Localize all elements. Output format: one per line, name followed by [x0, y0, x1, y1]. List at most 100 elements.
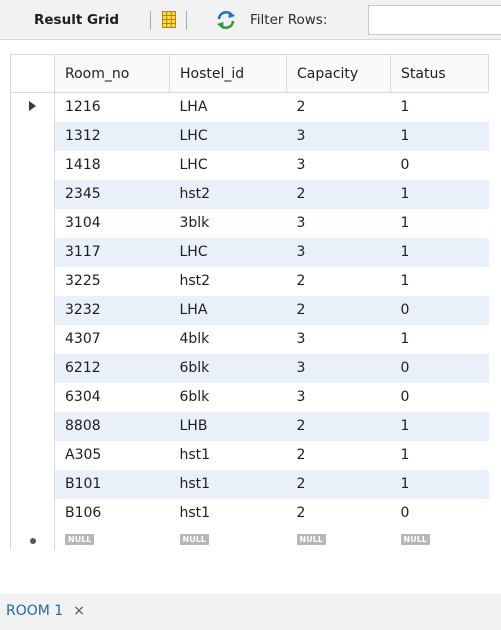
cell-hostel-id[interactable]: 4blk — [169, 324, 287, 354]
table-row[interactable]: 4307 4blk 3 1 — [10, 324, 489, 354]
table-row[interactable]: 3232 LHA 2 0 — [10, 295, 489, 325]
table-row[interactable]: B106 hst1 2 0 — [10, 498, 489, 528]
cell-hostel-id[interactable]: hst1 — [169, 498, 287, 528]
cell-hostel-id[interactable]: LHC — [169, 121, 287, 151]
cell-capacity[interactable]: 3 — [286, 121, 391, 151]
cell-status[interactable]: 0 — [390, 498, 489, 528]
cell-status[interactable]: NULL — [390, 527, 489, 550]
table-row[interactable]: 1216 LHA 2 1 — [10, 92, 489, 122]
table-row[interactable]: 3117 LHC 3 1 — [10, 237, 489, 267]
row-indicator[interactable] — [10, 179, 55, 209]
row-indicator[interactable] — [10, 324, 55, 354]
cell-status[interactable]: 0 — [390, 353, 489, 383]
row-indicator[interactable] — [10, 237, 55, 267]
cell-room-no[interactable]: 2345 — [54, 179, 170, 209]
cell-capacity[interactable]: 3 — [286, 353, 391, 383]
cell-status[interactable]: 1 — [390, 121, 489, 151]
cell-hostel-id[interactable]: hst1 — [169, 469, 287, 499]
column-header-room-no[interactable]: Room_no — [54, 54, 170, 93]
row-indicator[interactable] — [10, 382, 55, 412]
cell-capacity[interactable]: 2 — [286, 92, 391, 122]
cell-room-no[interactable]: 4307 — [54, 324, 170, 354]
cell-hostel-id[interactable]: 6blk — [169, 353, 287, 383]
cell-capacity[interactable]: 2 — [286, 295, 391, 325]
cell-room-no[interactable]: A305 — [54, 440, 170, 470]
refresh-icon[interactable] — [215, 9, 237, 31]
row-indicator[interactable] — [10, 150, 55, 180]
cell-hostel-id[interactable]: LHC — [169, 150, 287, 180]
cell-room-no[interactable]: NULL — [54, 527, 170, 550]
cell-room-no[interactable]: 3104 — [54, 208, 170, 238]
cell-room-no[interactable]: 1312 — [54, 121, 170, 151]
cell-status[interactable]: 1 — [390, 266, 489, 296]
cell-capacity[interactable]: 2 — [286, 179, 391, 209]
cell-hostel-id[interactable]: LHA — [169, 295, 287, 325]
cell-hostel-id[interactable]: hst2 — [169, 266, 287, 296]
cell-capacity[interactable]: 3 — [286, 150, 391, 180]
cell-hostel-id[interactable]: LHA — [169, 92, 287, 122]
cell-status[interactable]: 1 — [390, 179, 489, 209]
tab-room-1[interactable]: ROOM 1 × — [6, 596, 85, 626]
cell-status[interactable]: 1 — [390, 324, 489, 354]
cell-hostel-id[interactable]: LHC — [169, 237, 287, 267]
cell-hostel-id[interactable]: LHB — [169, 411, 287, 441]
filter-rows-input[interactable] — [368, 5, 501, 35]
cell-room-no[interactable]: 6304 — [54, 382, 170, 412]
row-indicator[interactable] — [10, 295, 55, 325]
new-row-placeholder[interactable]: NULL NULL NULL NULL — [10, 527, 489, 550]
cell-room-no[interactable]: B106 — [54, 498, 170, 528]
cell-room-no[interactable]: 1216 — [54, 92, 170, 122]
cell-capacity[interactable]: 2 — [286, 266, 391, 296]
cell-status[interactable]: 1 — [390, 92, 489, 122]
cell-hostel-id[interactable]: hst2 — [169, 179, 287, 209]
cell-capacity[interactable]: 2 — [286, 469, 391, 499]
row-indicator[interactable] — [10, 121, 55, 151]
cell-status[interactable]: 1 — [390, 411, 489, 441]
row-indicator[interactable] — [10, 498, 55, 528]
row-indicator[interactable] — [10, 440, 55, 470]
cell-status[interactable]: 1 — [390, 440, 489, 470]
cell-capacity[interactable]: 3 — [286, 208, 391, 238]
cell-room-no[interactable]: 1418 — [54, 150, 170, 180]
table-row[interactable]: B101 hst1 2 1 — [10, 469, 489, 499]
cell-hostel-id[interactable]: 6blk — [169, 382, 287, 412]
cell-room-no[interactable]: 6212 — [54, 353, 170, 383]
table-row[interactable]: 3225 hst2 2 1 — [10, 266, 489, 296]
cell-status[interactable]: 1 — [390, 208, 489, 238]
cell-room-no[interactable]: 3117 — [54, 237, 170, 267]
cell-status[interactable]: 0 — [390, 382, 489, 412]
table-row[interactable]: 8808 LHB 2 1 — [10, 411, 489, 441]
table-row[interactable]: 1418 LHC 3 0 — [10, 150, 489, 180]
cell-hostel-id[interactable]: NULL — [169, 527, 287, 550]
table-row[interactable]: 1312 LHC 3 1 — [10, 121, 489, 151]
grid-layout-icon[interactable] — [162, 11, 176, 28]
cell-capacity[interactable]: NULL — [286, 527, 391, 550]
cell-status[interactable]: 0 — [390, 295, 489, 325]
cell-room-no[interactable]: 3225 — [54, 266, 170, 296]
row-indicator[interactable] — [10, 208, 55, 238]
cell-capacity[interactable]: 3 — [286, 382, 391, 412]
row-indicator[interactable] — [10, 527, 55, 550]
cell-status[interactable]: 0 — [390, 150, 489, 180]
close-icon[interactable]: × — [73, 603, 85, 619]
cell-capacity[interactable]: 3 — [286, 324, 391, 354]
cell-capacity[interactable]: 2 — [286, 411, 391, 441]
cell-hostel-id[interactable]: 3blk — [169, 208, 287, 238]
row-indicator[interactable] — [10, 469, 55, 499]
column-header-hostel-id[interactable]: Hostel_id — [169, 54, 287, 93]
cell-capacity[interactable]: 2 — [286, 498, 391, 528]
table-row[interactable]: 6304 6blk 3 0 — [10, 382, 489, 412]
cell-status[interactable]: 1 — [390, 469, 489, 499]
cell-status[interactable]: 1 — [390, 237, 489, 267]
cell-room-no[interactable]: 8808 — [54, 411, 170, 441]
table-row[interactable]: 2345 hst2 2 1 — [10, 179, 489, 209]
row-indicator[interactable] — [10, 411, 55, 441]
cell-room-no[interactable]: B101 — [54, 469, 170, 499]
table-row[interactable]: 3104 3blk 3 1 — [10, 208, 489, 238]
table-row[interactable]: A305 hst1 2 1 — [10, 440, 489, 470]
column-header-capacity[interactable]: Capacity — [286, 54, 391, 93]
row-indicator[interactable] — [10, 92, 55, 122]
column-header-status[interactable]: Status — [390, 54, 489, 93]
cell-hostel-id[interactable]: hst1 — [169, 440, 287, 470]
table-row[interactable]: 6212 6blk 3 0 — [10, 353, 489, 383]
